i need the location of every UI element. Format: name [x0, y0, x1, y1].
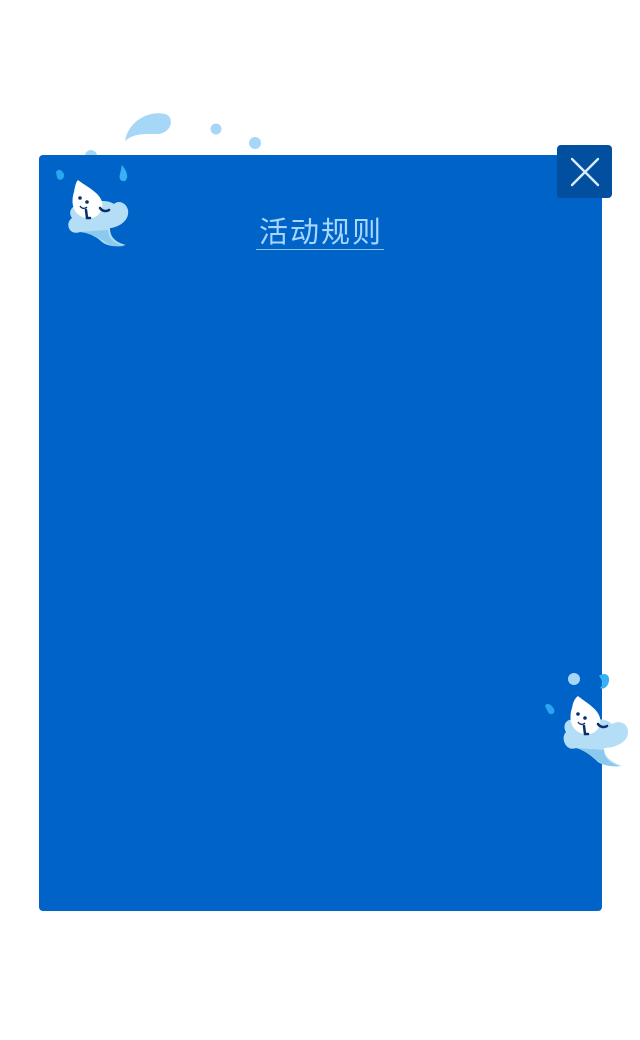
rules-dialog	[39, 155, 602, 911]
close-icon	[570, 157, 599, 186]
splash-drop-small-1	[210, 123, 222, 135]
dialog-title-text: 活动规则	[255, 215, 384, 250]
splash-wave-icon	[125, 113, 171, 141]
close-button[interactable]	[557, 145, 612, 198]
splash-drop-small-2	[249, 137, 261, 149]
water-drop-mascot-icon	[545, 673, 628, 767]
dialog-title: 活动规则	[0, 214, 640, 250]
